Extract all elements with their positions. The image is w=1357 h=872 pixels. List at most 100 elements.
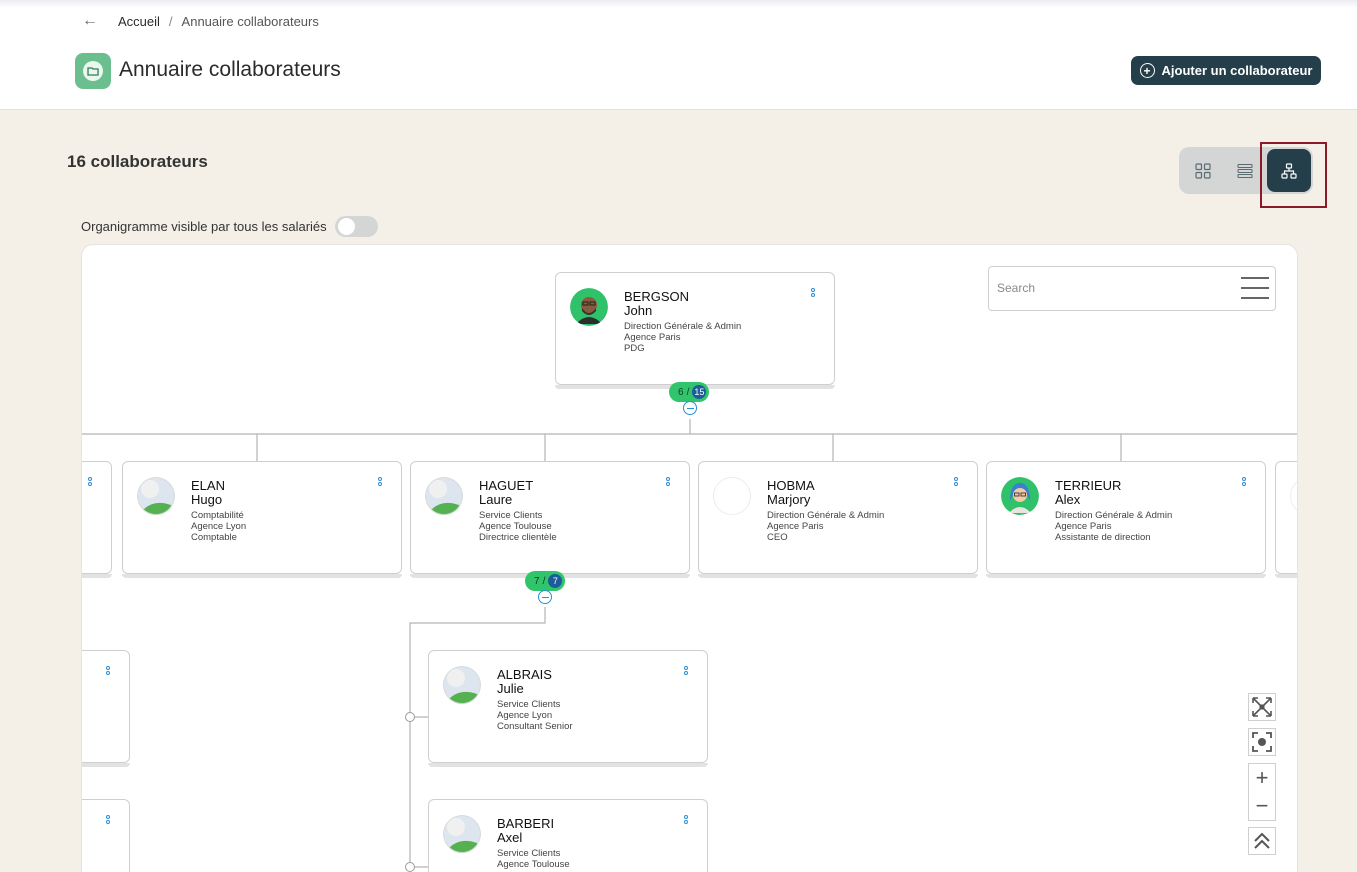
card-menu-icon[interactable] bbox=[88, 477, 92, 486]
card-menu-icon[interactable] bbox=[378, 477, 382, 486]
collapse-icon[interactable] bbox=[538, 590, 552, 604]
employee-card[interactable]: ELAN Hugo Comptabilité Agence Lyon Compt… bbox=[122, 461, 402, 578]
employee-role: Assistante de direction bbox=[1055, 532, 1151, 543]
card-menu-icon[interactable] bbox=[684, 666, 688, 675]
employee-department: Direction Générale & Admin bbox=[767, 510, 885, 521]
org-chart-canvas[interactable]: BERGSON John Direction Générale & Admin … bbox=[81, 244, 1298, 872]
card-menu-icon[interactable] bbox=[684, 815, 688, 824]
avatar bbox=[570, 288, 608, 326]
employee-card-partial[interactable] bbox=[82, 461, 112, 578]
employee-last-name: BERGSON bbox=[624, 289, 690, 304]
subordinate-count-pill: 7/7 bbox=[525, 571, 566, 591]
plus-circle-icon: + bbox=[1139, 63, 1155, 78]
top-header: ← Accueil / Annuaire collaborateurs Annu… bbox=[0, 0, 1357, 110]
back-arrow-icon[interactable]: ← bbox=[82, 12, 98, 30]
employee-card[interactable]: TERRIEUR Alex Direction Générale & Admin… bbox=[986, 461, 1266, 578]
avatar bbox=[1290, 477, 1297, 515]
pill-total: 7 bbox=[548, 574, 563, 588]
employee-department: Direction Générale & Admin bbox=[624, 321, 742, 332]
grid-view-button[interactable] bbox=[1183, 151, 1223, 191]
employee-last-name: HAGUET bbox=[479, 478, 534, 493]
employee-card[interactable]: HAGUET Laure Service Clients Agence Toul… bbox=[410, 461, 690, 578]
employee-agency: Agence Paris bbox=[767, 521, 824, 532]
employee-first-name: Alex bbox=[1055, 492, 1081, 507]
breadcrumb: ← Accueil / Annuaire collaborateurs bbox=[82, 12, 319, 30]
avatar-placeholder-icon bbox=[425, 477, 463, 515]
breadcrumb-separator: / bbox=[168, 13, 173, 29]
avatar-placeholder-icon bbox=[137, 477, 175, 515]
avatar bbox=[1001, 477, 1039, 515]
employee-first-name: Axel bbox=[497, 830, 523, 845]
employee-agency: Agence Toulouse bbox=[479, 521, 552, 532]
employee-first-name: Marjory bbox=[767, 492, 811, 507]
employee-card-partial[interactable] bbox=[82, 650, 130, 767]
add-employee-button[interactable]: + Ajouter un collaborateur bbox=[1131, 56, 1321, 85]
employee-first-name: Julie bbox=[497, 681, 524, 696]
employee-department: Service Clients bbox=[497, 699, 561, 710]
employee-role: CEO bbox=[767, 532, 788, 543]
employee-agency: Agence Lyon bbox=[191, 521, 247, 532]
collapse-all-button[interactable] bbox=[1248, 827, 1276, 855]
pill-shown: 6 bbox=[678, 386, 684, 398]
pill-separator: / bbox=[686, 386, 690, 398]
employee-card-partial[interactable] bbox=[1275, 461, 1297, 578]
employee-first-name: John bbox=[624, 303, 653, 318]
employee-last-name: HOBMA bbox=[767, 478, 815, 493]
employee-last-name: ELAN bbox=[191, 478, 225, 493]
add-employee-label: Ajouter un collaborateur bbox=[1161, 63, 1313, 78]
employee-card[interactable]: BARBERI Axel Service Clients Agence Toul… bbox=[428, 799, 708, 872]
employee-card-root[interactable]: BERGSON John Direction Générale & Admin … bbox=[555, 272, 835, 389]
center-view-button[interactable] bbox=[1248, 728, 1276, 756]
search-input[interactable] bbox=[997, 281, 1227, 295]
employee-first-name: Hugo bbox=[191, 492, 223, 507]
fit-screen-button[interactable] bbox=[1248, 693, 1276, 721]
list-icon bbox=[1237, 163, 1253, 179]
employee-card[interactable]: ALBRAIS Julie Service Clients Agence Lyo… bbox=[428, 650, 708, 767]
card-menu-icon[interactable] bbox=[811, 288, 815, 297]
breadcrumb-current: Annuaire collaborateurs bbox=[181, 13, 319, 29]
card-menu-icon[interactable] bbox=[1242, 477, 1246, 486]
employee-last-name: BARBERI bbox=[497, 816, 555, 831]
employee-card-partial[interactable] bbox=[82, 799, 130, 872]
avatar-placeholder-icon bbox=[443, 815, 481, 853]
grid-icon bbox=[1195, 163, 1211, 179]
zoom-out-icon[interactable]: − bbox=[1248, 792, 1276, 820]
expand-arrows-icon bbox=[1252, 697, 1272, 717]
card-menu-icon[interactable] bbox=[106, 815, 110, 824]
employee-agency: Agence Paris bbox=[624, 332, 681, 343]
visibility-label: Organigramme visible par tous les salari… bbox=[81, 219, 327, 234]
avatar-placeholder-icon bbox=[443, 666, 481, 704]
collapse-icon[interactable] bbox=[683, 401, 697, 415]
focus-target-icon bbox=[1252, 732, 1272, 752]
employee-last-name: ALBRAIS bbox=[497, 667, 552, 682]
employee-role: Consultant Senior bbox=[497, 721, 573, 732]
employee-department: Service Clients bbox=[479, 510, 543, 521]
pill-total: 15 bbox=[692, 385, 707, 399]
employee-role: Directrice clientèle bbox=[479, 532, 557, 543]
page-title: Annuaire collaborateurs bbox=[119, 58, 341, 81]
employee-count: 16 collaborateurs bbox=[67, 152, 208, 171]
pill-shown: 7 bbox=[534, 575, 540, 587]
employee-role: Comptable bbox=[191, 532, 237, 543]
pill-separator: / bbox=[542, 575, 546, 587]
zoom-controls: + − bbox=[1248, 763, 1276, 821]
card-menu-icon[interactable] bbox=[954, 477, 958, 486]
employee-department: Service Clients bbox=[497, 848, 561, 859]
zoom-in-icon[interactable]: + bbox=[1248, 764, 1276, 792]
highlight-frame bbox=[1260, 142, 1327, 208]
breadcrumb-home-link[interactable]: Accueil bbox=[118, 14, 160, 29]
employee-card[interactable]: HOBMA Marjory Direction Générale & Admin… bbox=[698, 461, 978, 578]
employee-first-name: Laure bbox=[479, 492, 513, 507]
employee-agency: Agence Lyon bbox=[497, 710, 553, 721]
list-view-button[interactable] bbox=[1225, 151, 1265, 191]
menu-icon[interactable] bbox=[1241, 277, 1269, 299]
card-menu-icon[interactable] bbox=[666, 477, 670, 486]
visibility-toggle[interactable] bbox=[334, 216, 378, 237]
org-search bbox=[988, 266, 1276, 311]
employee-role: PDG bbox=[624, 343, 645, 354]
employee-last-name: TERRIEUR bbox=[1055, 478, 1122, 493]
card-menu-icon[interactable] bbox=[106, 666, 110, 675]
employee-agency: Agence Paris bbox=[1055, 521, 1112, 532]
directory-app-icon bbox=[75, 53, 111, 89]
employee-department: Direction Générale & Admin bbox=[1055, 510, 1173, 521]
